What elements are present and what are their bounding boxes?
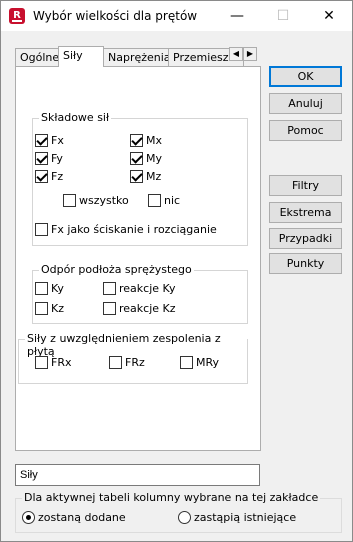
radio-label: zastąpią istniejące [194,511,297,524]
checkbox-fx[interactable]: Fx [35,134,64,147]
checkbox-label: Fz [51,170,64,183]
checkbox-box[interactable] [35,152,48,165]
checkbox-label: Ky [51,282,64,295]
group-label: Odpór podłoża sprężystego [39,263,194,276]
checkbox-label: Fx [51,134,64,147]
checkbox-box[interactable] [35,170,48,183]
radio-add-columns[interactable]: zostaną dodane [22,511,126,524]
group-label: Składowe sił [39,111,112,124]
composite-forces-group: Siły z uwzględnieniem zespolenia z płytą… [18,332,248,384]
checkbox-box[interactable] [180,356,193,369]
window-title: Wybór wielkości dla prętów [33,9,198,23]
columns-mode-group: Dla aktywnej tabeli kolumny wybrane na t… [15,491,342,533]
checkbox-label: reakcje Kz [119,302,176,315]
checkbox-fz[interactable]: Fz [35,170,63,183]
tab-scroll-right-icon[interactable]: ▶ [243,47,257,61]
checkbox-label: nic [164,194,181,207]
checkbox-frx[interactable]: FRx [35,356,71,369]
tab-panel: Składowe sił Fx Mx Fy My Fz Mz wszystko … [15,66,261,451]
radio-replace-columns[interactable]: zastąpią istniejące [178,511,296,524]
checkbox-kz[interactable]: Kz [35,302,64,315]
checkbox-reactions-kz[interactable]: reakcje Kz [103,302,176,315]
checkbox-box[interactable] [35,282,48,295]
checkbox-box[interactable] [63,194,76,207]
maximize-button[interactable]: ☐ [260,1,306,31]
checkbox-fy[interactable]: Fy [35,152,63,165]
checkbox-box[interactable] [103,282,116,295]
checkbox-none[interactable]: nic [148,194,180,207]
title-bar: R Wybór wielkości dla prętów — ☐ ✕ [1,1,352,31]
radio-circle[interactable] [178,511,191,524]
checkbox-box[interactable] [109,356,122,369]
checkbox-box[interactable] [130,152,143,165]
checkbox-label: Mz [146,170,162,183]
help-button[interactable]: Pomoc [269,120,342,141]
cancel-button[interactable]: Anuluj [269,93,342,114]
radio-label: zostaną dodane [38,511,126,524]
tab-strip: Ogólne Siły Naprężenia Przemieszcz [15,46,257,67]
checkbox-label: reakcje Ky [119,282,176,295]
checkbox-frz[interactable]: FRz [109,356,145,369]
checkbox-ky[interactable]: Ky [35,282,64,295]
ok-button[interactable]: OK [269,66,342,87]
elastic-foundation-group: Odpór podłoża sprężystego Ky reakcje Ky … [32,263,248,324]
checkbox-box[interactable] [103,302,116,315]
checkbox-label: FRz [125,356,145,369]
checkbox-label: FRx [51,356,72,369]
load-cases-button[interactable]: Przypadki [269,228,342,249]
checkbox-label: Fy [51,152,63,165]
radio-circle[interactable] [22,511,35,524]
checkbox-box[interactable] [35,302,48,315]
tab-ogolne[interactable]: Ogólne [15,48,59,66]
checkbox-my[interactable]: My [130,152,162,165]
checkbox-mx[interactable]: Mx [130,134,162,147]
checkbox-all[interactable]: wszystko [63,194,129,207]
checkbox-box[interactable] [35,223,48,236]
app-icon: R [9,8,25,24]
tab-scroll-left-icon[interactable]: ◀ [229,47,243,61]
table-name-input[interactable] [15,464,260,486]
checkbox-reactions-ky[interactable]: reakcje Ky [103,282,175,295]
checkbox-label: MRy [196,356,220,369]
checkbox-box[interactable] [130,170,143,183]
checkbox-label: My [146,152,163,165]
close-button[interactable]: ✕ [306,1,352,31]
checkbox-label: Fx jako ściskanie i rozciąganie [51,223,217,236]
checkbox-box[interactable] [35,134,48,147]
tab-sily[interactable]: Siły [58,46,104,67]
checkbox-mry[interactable]: MRy [180,356,219,369]
minimize-button[interactable]: — [214,1,260,31]
checkbox-mz[interactable]: Mz [130,170,161,183]
checkbox-label: Kz [51,302,64,315]
checkbox-fx-compression-tension[interactable]: Fx jako ściskanie i rozciąganie [35,223,217,236]
checkbox-label: Mx [146,134,163,147]
checkbox-box[interactable] [130,134,143,147]
extrema-button[interactable]: Ekstrema [269,202,342,223]
checkbox-label: wszystko [79,194,129,207]
group-label: Dla aktywnej tabeli kolumny wybrane na t… [22,491,321,504]
group-label: Siły z uwzględnieniem zespolenia z płytą [25,332,247,358]
filters-button[interactable]: Filtry [269,175,342,196]
dialog-window: R Wybór wielkości dla prętów — ☐ ✕ Ogóln… [0,0,353,542]
checkbox-box[interactable] [35,356,48,369]
points-button[interactable]: Punkty [269,253,342,274]
force-components-group: Składowe sił Fx Mx Fy My Fz Mz wszystko … [32,111,248,246]
tab-naprezenia[interactable]: Naprężenia [103,48,169,66]
checkbox-box[interactable] [148,194,161,207]
